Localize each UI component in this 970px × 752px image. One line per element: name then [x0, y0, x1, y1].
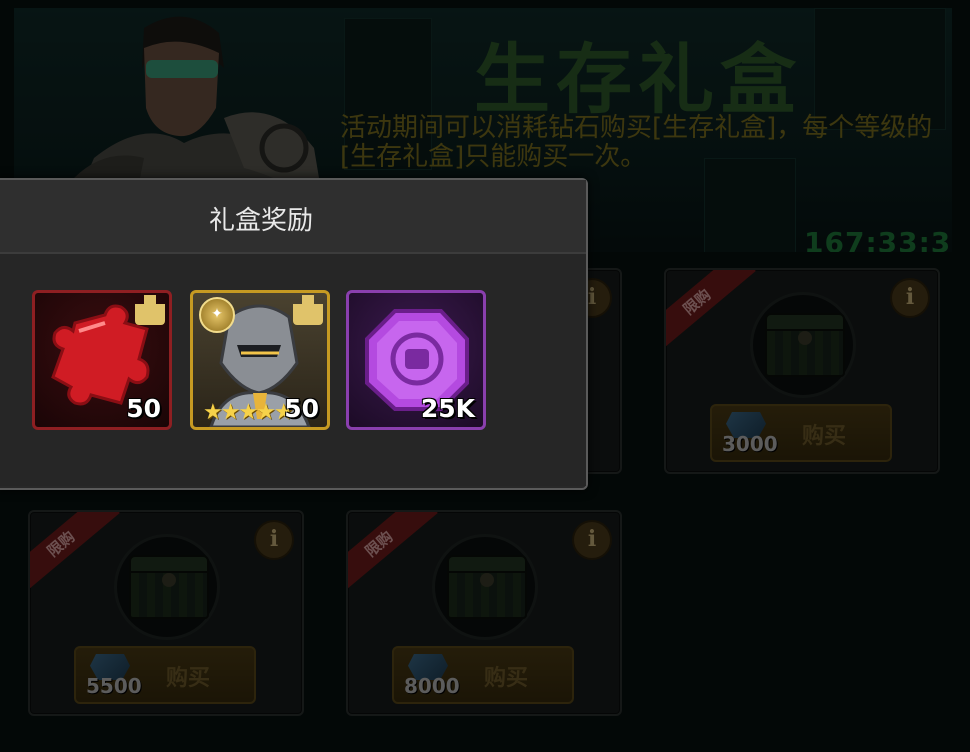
buy-label: 购买 [484, 666, 529, 691]
popup-title: 礼盒奖励 [208, 206, 313, 236]
reward-item-medal[interactable]: 25K [346, 290, 486, 430]
gift-box-card[interactable]: 限购 i 8000 购买 [346, 510, 622, 716]
info-icon[interactable]: i [890, 278, 930, 318]
gift-box-card[interactable]: 限购 i 3000 购买 [664, 268, 940, 474]
chest-frame [750, 292, 856, 398]
reward-item-puzzle[interactable]: 50 [32, 290, 172, 430]
item-quantity: 25K [420, 394, 475, 423]
gift-box-card[interactable]: 限购 i 5500 购买 [28, 510, 304, 716]
buy-button[interactable]: 8000 购买 [392, 646, 574, 704]
chest-icon [765, 313, 845, 377]
star-rating: ★★★★★ [203, 400, 294, 425]
item-quantity: 50 [126, 394, 161, 423]
price-label: 3000 [722, 432, 778, 456]
buy-label: 购买 [802, 424, 847, 449]
reward-item-hero[interactable]: ✦ ★★★★★ 50 [190, 290, 330, 430]
limited-ribbon: 限购 [30, 512, 120, 597]
info-icon[interactable]: i [254, 520, 294, 560]
chest-icon [447, 555, 527, 619]
chest-frame [114, 534, 220, 640]
limited-ribbon: 限购 [666, 270, 756, 355]
building-decor [814, 8, 946, 130]
item-quantity: 50 [284, 394, 319, 423]
chest-icon [129, 555, 209, 619]
limited-ribbon: 限购 [348, 512, 438, 597]
building-decor [704, 158, 796, 252]
price-label: 8000 [404, 674, 460, 698]
price-label: 5500 [86, 674, 142, 698]
buy-button[interactable]: 5500 购买 [74, 646, 256, 704]
buy-button[interactable]: 3000 购买 [710, 404, 892, 462]
chest-frame [432, 534, 538, 640]
info-icon[interactable]: i [572, 520, 612, 560]
popup-header: 礼盒奖励 [0, 180, 586, 254]
faction-medal-icon: ✦ [199, 297, 235, 333]
countdown-timer: 167:33:33 [804, 226, 952, 252]
banner-title: 生存礼盒 [474, 35, 802, 124]
banner-description: 活动期间可以消耗钻石购买[生存礼盒]，每个等级的[生存礼盒]只能购买一次。 [340, 113, 933, 172]
buy-label: 购买 [166, 666, 211, 691]
